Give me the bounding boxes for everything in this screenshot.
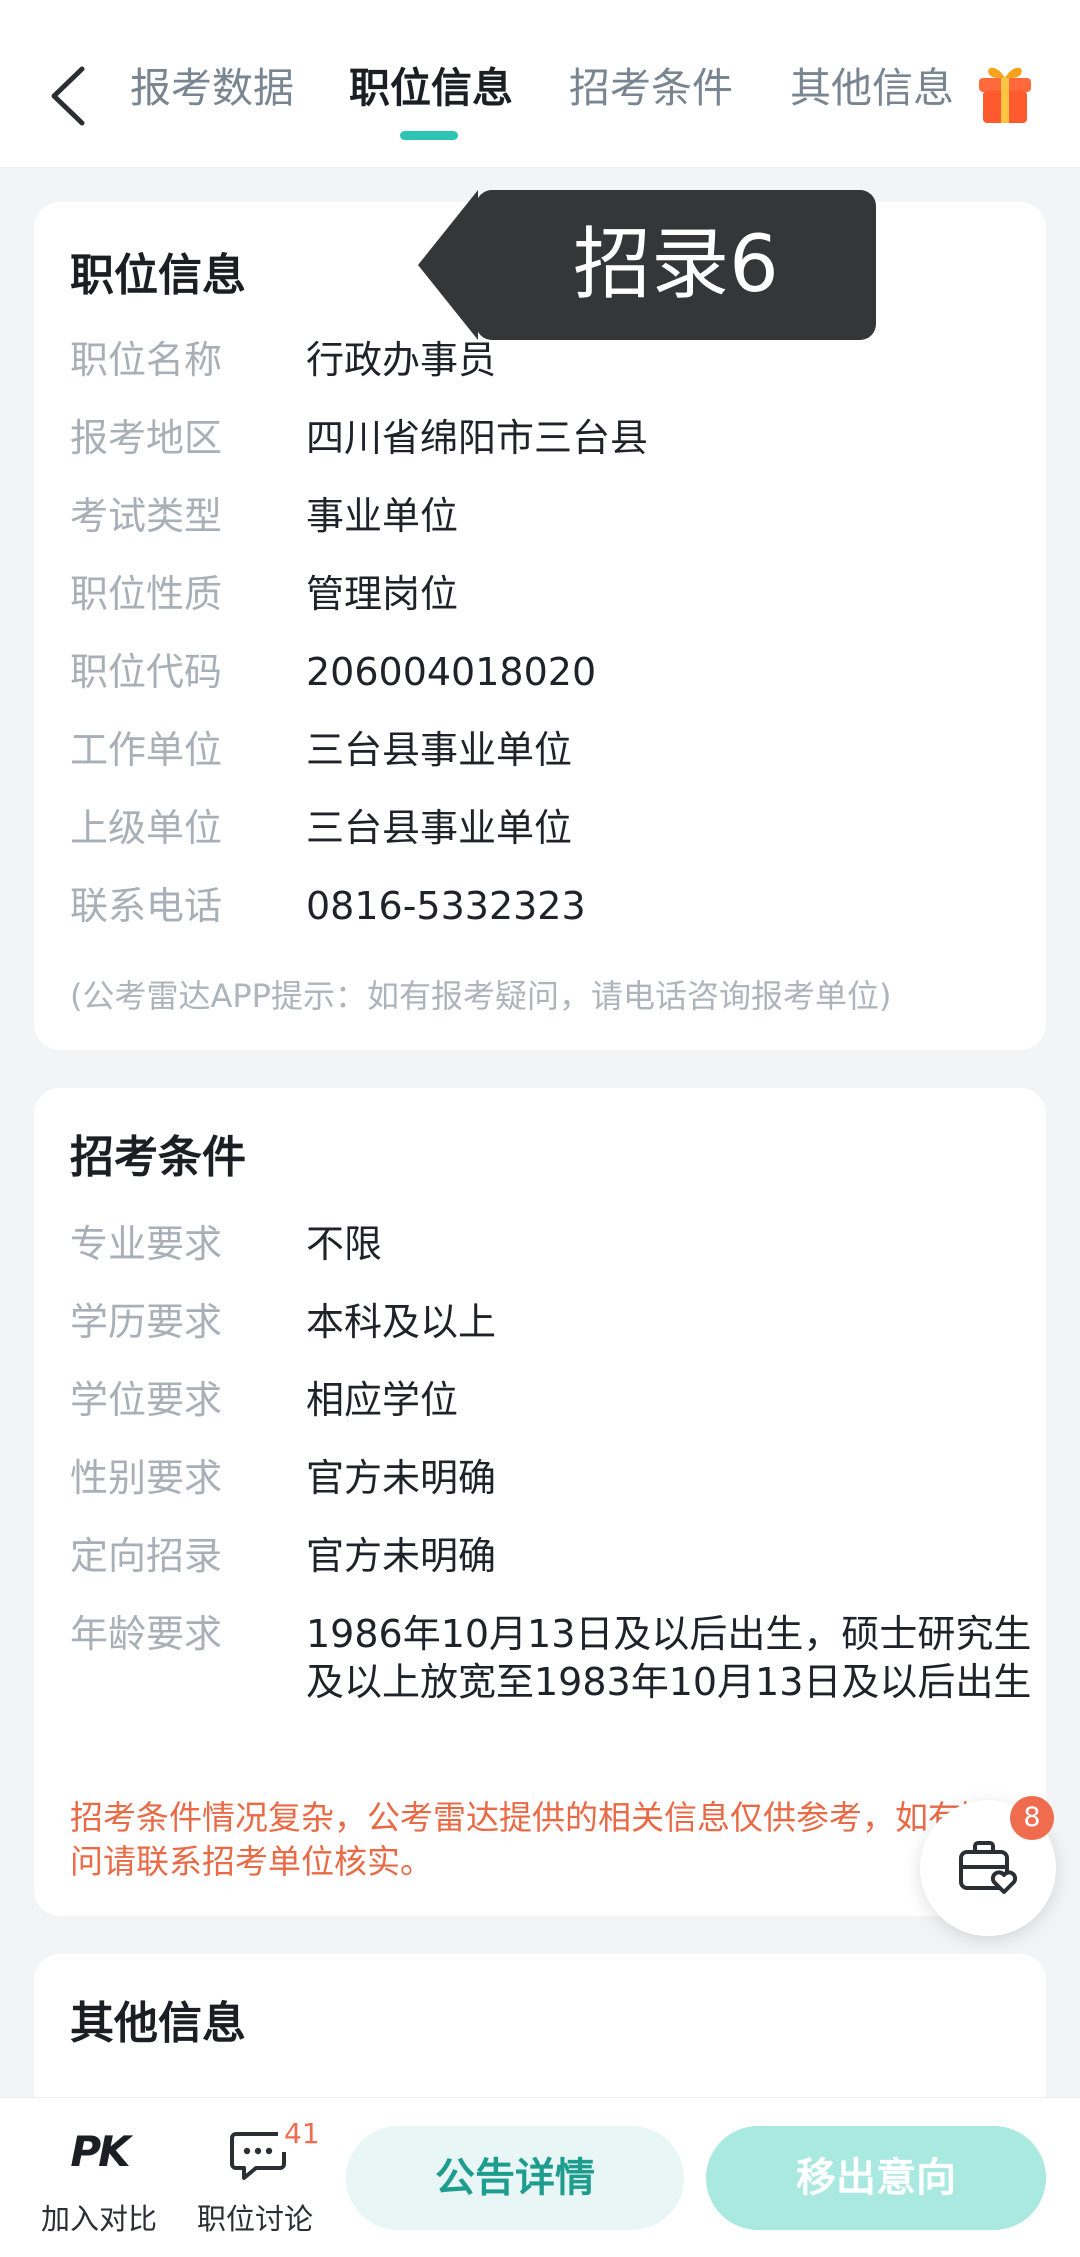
conditions-title: 招考条件 bbox=[70, 1132, 246, 1183]
back-button[interactable] bbox=[38, 58, 98, 134]
row-label: 年龄要求 bbox=[70, 1612, 223, 1656]
row-label: 工作单位 bbox=[70, 728, 223, 772]
conditions-warning: 招考条件情况复杂，公考雷达提供的相关信息仅供参考，如有疑问请联系招考单位核实。 bbox=[70, 1798, 994, 1881]
row-label: 定向招录 bbox=[70, 1534, 223, 1578]
top-nav-bar: 报考数据 职位信息 招考条件 其他信息 bbox=[0, 0, 1080, 168]
gift-button[interactable] bbox=[975, 60, 1035, 126]
row-label: 专业要求 bbox=[70, 1222, 223, 1266]
position-discussion-label: 职位讨论 bbox=[196, 2202, 313, 2236]
tab-other-info[interactable]: 其他信息 bbox=[790, 58, 954, 118]
row-label: 学位要求 bbox=[70, 1378, 223, 1422]
job-detail-page: 报考数据 职位信息 招考条件 其他信息 职位信息 职位名称 行政办事员 报考地区… bbox=[0, 0, 1080, 2257]
row-value: 本科及以上 bbox=[306, 1300, 497, 1344]
discussion-count-badge: 41 bbox=[278, 2116, 326, 2152]
row-label: 职位性质 bbox=[70, 572, 223, 616]
row-label: 性别要求 bbox=[70, 1456, 223, 1500]
toast-message: 招录6 bbox=[476, 190, 876, 340]
favorites-count-badge: 8 bbox=[1010, 1796, 1054, 1840]
row-value: 206004018020 bbox=[306, 650, 597, 694]
row-value: 三台县事业单位 bbox=[306, 728, 573, 772]
add-compare-button[interactable]: PK 加入对比 bbox=[24, 2098, 174, 2257]
notice-details-button[interactable]: 公告详情 bbox=[346, 2126, 684, 2230]
row-label: 联系电话 bbox=[70, 884, 223, 928]
row-label: 考试类型 bbox=[70, 494, 223, 538]
row-label: 学历要求 bbox=[70, 1300, 223, 1344]
row-value: 三台县事业单位 bbox=[306, 806, 573, 850]
active-tab-indicator bbox=[400, 131, 458, 140]
bottom-action-bar: PK 加入对比 41 职位讨论 公告详情 移出意向 bbox=[0, 2097, 1080, 2257]
gift-icon bbox=[979, 67, 1031, 123]
add-compare-label: 加入对比 bbox=[40, 2202, 157, 2236]
row-value: 官方未明确 bbox=[306, 1456, 497, 1500]
chevron-left-icon bbox=[51, 66, 85, 126]
pk-icon: PK bbox=[70, 2127, 130, 2176]
row-label: 报考地区 bbox=[70, 416, 223, 460]
row-value: 四川省绵阳市三台县 bbox=[306, 416, 649, 460]
row-value: 1986年10月13日及以后出生，硕士研究生及以上放宽至1983年10月13日及… bbox=[306, 1612, 1032, 1704]
row-value: 不限 bbox=[306, 1222, 383, 1266]
remove-intention-button[interactable]: 移出意向 bbox=[706, 2126, 1046, 2230]
tab-conditions[interactable]: 招考条件 bbox=[569, 58, 733, 118]
row-value: 事业单位 bbox=[306, 494, 459, 538]
row-value: 管理岗位 bbox=[306, 572, 459, 616]
conditions-card: 招考条件 专业要求 不限 学历要求 本科及以上 学位要求 相应学位 性别要求 官… bbox=[34, 1088, 1046, 1916]
row-label: 职位名称 bbox=[70, 338, 223, 382]
briefcase-heart-icon bbox=[959, 1841, 1018, 1894]
row-label: 职位代码 bbox=[70, 650, 223, 694]
row-value: 行政办事员 bbox=[306, 338, 497, 382]
tab-exam-data[interactable]: 报考数据 bbox=[130, 58, 294, 118]
toast-arrow bbox=[418, 190, 478, 340]
row-value: 官方未明确 bbox=[306, 1534, 497, 1578]
tab-position-info[interactable]: 职位信息 bbox=[349, 58, 513, 118]
row-value[interactable]: 0816-5332323 bbox=[306, 882, 1046, 930]
row-value: 相应学位 bbox=[306, 1378, 459, 1422]
row-label: 上级单位 bbox=[70, 806, 223, 850]
position-info-title: 职位信息 bbox=[70, 250, 246, 301]
app-hint-note: (公考雷达APP提示：如有报考疑问，请电话咨询报考单位) bbox=[70, 977, 892, 1015]
other-info-title: 其他信息 bbox=[70, 1998, 246, 2049]
position-discussion-button[interactable]: 41 职位讨论 bbox=[180, 2098, 330, 2257]
